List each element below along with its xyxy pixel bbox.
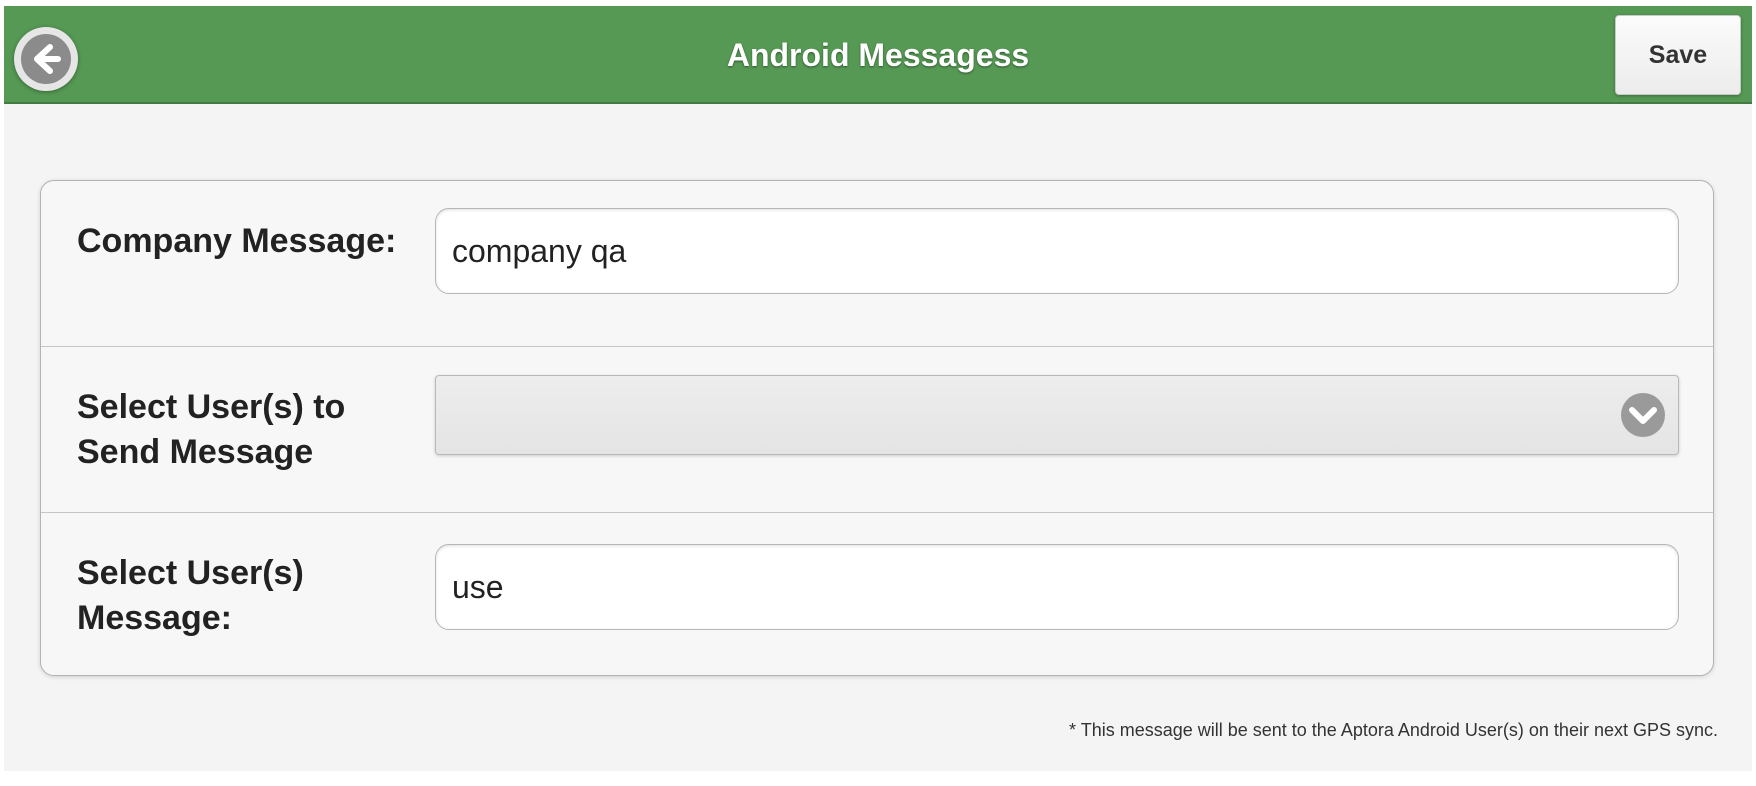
users-message-row: Select User(s) Message: — [41, 513, 1713, 675]
company-message-input[interactable] — [435, 208, 1679, 294]
header-bar: Android Messagess Save — [4, 6, 1752, 104]
back-button[interactable] — [14, 27, 78, 91]
company-message-label: Company Message: — [77, 222, 397, 260]
arrow-left-circle-icon — [21, 34, 71, 84]
select-users-dropdown[interactable] — [435, 375, 1679, 455]
select-users-label: Select User(s) to Send Message — [77, 388, 346, 471]
app-window: Android Messagess Save Company Message: … — [4, 6, 1752, 771]
gps-sync-footnote: * This message will be sent to the Aptor… — [1069, 720, 1718, 740]
save-button[interactable]: Save — [1615, 15, 1741, 95]
select-users-row: Select User(s) to Send Message — [41, 347, 1713, 513]
message-form: Company Message: Select User(s) to Send … — [40, 180, 1714, 676]
users-message-input[interactable] — [435, 544, 1679, 630]
page-title: Android Messagess — [726, 37, 1030, 73]
users-message-label: Select User(s) Message: — [77, 554, 304, 637]
company-message-row: Company Message: — [41, 181, 1713, 347]
chevron-down-icon — [1621, 393, 1665, 437]
